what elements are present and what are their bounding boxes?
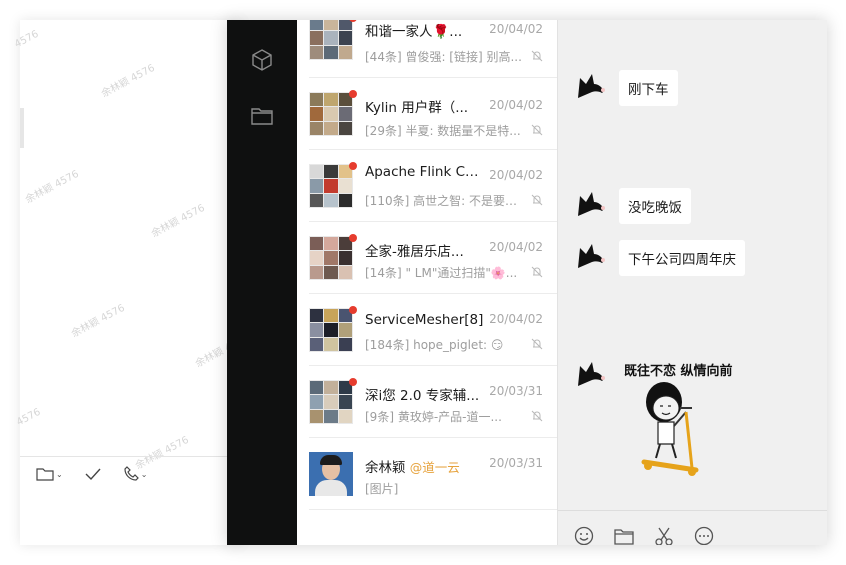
sticker-caption: 既往不恋 纵情向前 <box>624 364 733 379</box>
conversation-item[interactable]: 余林颖 @道一云 20/03/31 [图片] <box>297 438 557 510</box>
conversation-name: 深i您 2.0 专家辅... <box>365 388 480 404</box>
mute-icon <box>531 50 543 62</box>
unread-badge <box>349 234 357 242</box>
emoji-icon[interactable] <box>574 526 594 545</box>
watermark: 4576 <box>12 28 41 51</box>
conversation-preview: [29条] 半夏: 数据量不是特... <box>365 124 521 138</box>
unread-badge <box>349 90 357 98</box>
unread-badge <box>349 162 357 170</box>
folder-icon[interactable] <box>614 526 634 545</box>
chat-window: 和谐一家人🌹... 20/04/02 [44条] 曾俊强: [链接] 别高...… <box>227 20 827 545</box>
conversation-preview: [9条] 黄玫婷-产品-道一... <box>365 410 502 424</box>
avatar <box>578 74 605 98</box>
conversation-name: 和谐一家人🌹... <box>365 24 463 40</box>
conversation-date: 20/04/02 <box>489 312 543 326</box>
unread-badge <box>349 378 357 386</box>
conversation-name: Kylin 用户群（... <box>365 100 469 116</box>
message-bubble[interactable]: 没吃晚饭 <box>619 188 691 224</box>
message-bubble[interactable]: 刚下车 <box>619 70 678 106</box>
chevron-down-icon: ⌄ <box>56 469 63 479</box>
conversation-preview: [14条] " LM"通过扫描"🌸... <box>365 266 518 280</box>
mute-icon <box>531 410 543 422</box>
mute-icon <box>531 338 543 350</box>
conversation-name: 余林颖 <box>365 460 406 476</box>
watermark: 余林颖 4576 <box>149 202 207 240</box>
conversation-preview: [184条] hope_piglet: 😏 <box>365 338 504 352</box>
divider <box>558 510 827 511</box>
avatar <box>309 452 353 496</box>
chevron-down-icon: ⌄ <box>140 469 148 479</box>
background-window: 4576 余林颖 4576 余林颖 4576 余林颖 4576 余林颖 4576… <box>13 20 251 545</box>
folder-icon[interactable] <box>250 104 274 128</box>
app-sidebar <box>227 20 297 545</box>
watermark: 余林颖 4576 <box>99 62 157 100</box>
avatar <box>578 362 605 386</box>
conversation-title: 余林颖 @道一云 <box>365 456 460 476</box>
group-avatar <box>309 92 353 136</box>
watermark: 4576 <box>14 406 43 429</box>
conversation-item[interactable]: 全家-雅居乐店... 20/04/02 [14条] " LM"通过扫描"🌸... <box>297 222 557 294</box>
conversation-name: ServiceMesher[8] <box>365 312 484 328</box>
watermark: 余林颖 4576 <box>23 168 81 206</box>
check-icon <box>85 468 101 481</box>
conversation-date: 20/03/31 <box>489 384 543 398</box>
more-icon[interactable] <box>694 526 714 545</box>
unread-badge <box>349 306 357 314</box>
avatar <box>578 244 605 268</box>
conversation-name: 全家-雅居乐店... <box>365 244 464 260</box>
group-avatar <box>309 380 353 424</box>
chat-toolbar <box>574 526 714 545</box>
divider <box>309 509 557 510</box>
mute-icon <box>531 124 543 136</box>
mention-tag: @道一云 <box>409 460 460 475</box>
conversation-preview: [44条] 曾俊强: [链接] 别高... <box>365 50 522 64</box>
conversation-item[interactable]: ServiceMesher[8] 20/04/02 [184条] hope_pi… <box>297 294 557 366</box>
conversation-date: 20/03/31 <box>489 456 543 470</box>
chat-pane: 刚下车 没吃晚饭 下午公司四周年庆 既往不恋 纵情向前 <box>558 20 827 545</box>
phone-icon <box>124 466 139 481</box>
conversation-date: 20/04/02 <box>489 98 543 112</box>
conversation-name: Apache Flink Chi... <box>365 164 485 180</box>
conversation-preview: [110条] 高世之智: 不是要统... <box>365 194 525 208</box>
group-avatar <box>309 20 353 60</box>
divider <box>20 456 227 457</box>
sticker-image[interactable] <box>640 378 706 478</box>
scissors-icon[interactable] <box>654 526 674 545</box>
mute-icon <box>531 266 543 278</box>
conversation-item[interactable]: 和谐一家人🌹... 20/04/02 [44条] 曾俊强: [链接] 别高... <box>297 20 557 78</box>
conversation-preview: [图片] <box>365 482 399 496</box>
conversation-date: 20/04/02 <box>489 240 543 254</box>
conversation-date: 20/04/02 <box>489 22 543 36</box>
scroll-indicator[interactable] <box>20 108 24 148</box>
conversation-item[interactable]: 深i您 2.0 专家辅... 20/03/31 [9条] 黄玫婷-产品-道一..… <box>297 366 557 438</box>
group-avatar <box>309 308 353 352</box>
folder-menu-button[interactable]: ⌄ <box>36 467 63 481</box>
conversation-date: 20/04/02 <box>489 168 543 182</box>
back-toolbar: ⌄ ⌄ <box>36 466 147 482</box>
phone-menu-button[interactable]: ⌄ <box>123 466 148 482</box>
conversation-item[interactable]: Kylin 用户群（... 20/04/02 [29条] 半夏: 数据量不是特.… <box>297 78 557 150</box>
mute-icon <box>531 194 543 206</box>
group-avatar <box>309 236 353 280</box>
cube-icon[interactable] <box>250 48 274 72</box>
message-bubble[interactable]: 下午公司四周年庆 <box>619 240 745 276</box>
avatar <box>578 192 605 216</box>
folder-icon <box>36 468 54 481</box>
conversation-item[interactable]: Apache Flink Chi... 20/04/02 [110条] 高世之智… <box>297 150 557 222</box>
group-avatar <box>309 164 353 208</box>
check-button[interactable] <box>85 467 101 481</box>
conversation-list: 和谐一家人🌹... 20/04/02 [44条] 曾俊强: [链接] 别高...… <box>297 20 558 545</box>
watermark: 余林颖 4576 <box>69 302 127 340</box>
